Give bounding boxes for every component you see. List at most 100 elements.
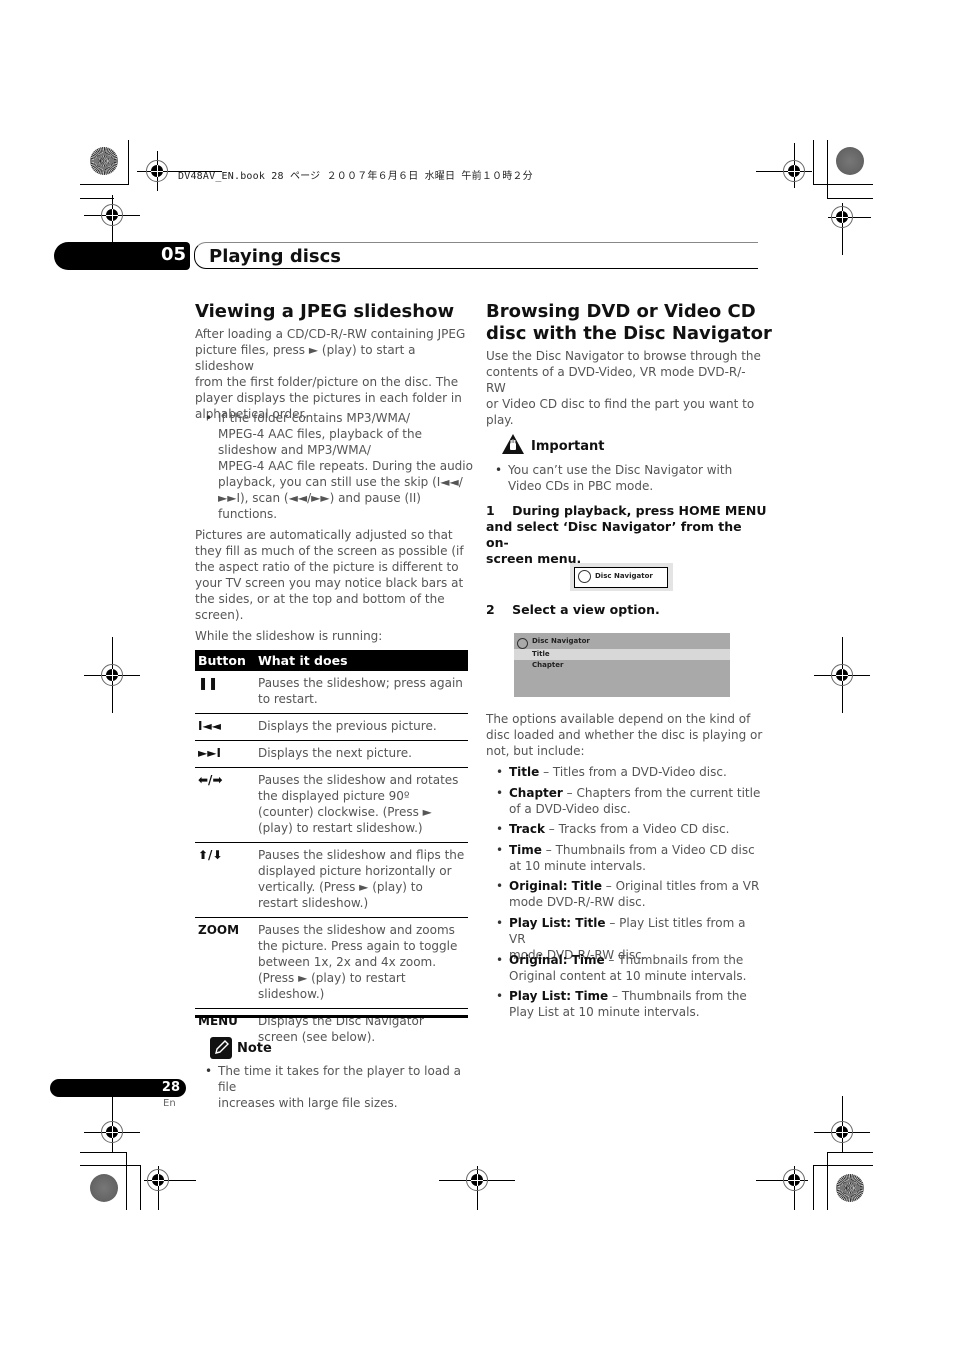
crop-line: [827, 1152, 828, 1210]
pause-key: ❚❚: [198, 676, 219, 690]
registration-star-icon: [836, 1174, 864, 1202]
note-bullet: The time it takes for the player to load…: [205, 1063, 473, 1111]
text-line: functions.: [218, 507, 278, 521]
text-line: The time it takes for the player to load…: [218, 1064, 461, 1094]
text-line: Pictures are automatically adjusted so t…: [195, 528, 453, 542]
text-line: The options available depend on the kind…: [486, 712, 751, 726]
text-line: picture files, press ► (play) to start a…: [195, 343, 416, 373]
text-line: play.: [486, 413, 514, 427]
option-bullet: Chapter – Chapters from the current titl…: [496, 785, 764, 817]
view-option-chapter: Chapter: [514, 660, 730, 671]
table-row: ZOOM Pauses the slideshow and zooms the p…: [195, 917, 468, 1009]
text-line: contents of a DVD-Video, VR mode DVD-R/-…: [486, 365, 746, 395]
text-line: playback, you can still use the skip (I◄…: [218, 475, 463, 489]
slideshow-button-table: Button What it does ❚❚ Pauses the slidesh…: [195, 650, 468, 1051]
slideshow-running-label: While the slideshow is running:: [195, 629, 383, 643]
option-bullet: Title – Titles from a DVD-Video disc.: [496, 764, 764, 780]
row-desc: Pauses the slideshow; press again to res…: [258, 676, 463, 706]
table-row: ⬅/➡ Pauses the slideshow and rotates the …: [195, 767, 468, 843]
crop-line: [126, 1152, 127, 1210]
option-label: Title: [532, 650, 550, 658]
crop-line: [827, 198, 873, 199]
disc-navigator-intro: Use the Disc Navigator to browse through…: [486, 348, 761, 428]
option-bullet: Original: Title – Original titles from a…: [496, 878, 764, 910]
page-language: En: [163, 1098, 176, 1109]
next-key: ►►I: [195, 740, 255, 768]
disc-navigator-menu-item: Disc Navigator: [574, 567, 668, 588]
crop-line: [827, 1152, 873, 1153]
text-line: not, but include:: [486, 744, 585, 758]
left-right-key: ⬅/➡: [195, 767, 255, 843]
crop-line: [80, 1165, 140, 1166]
table-row: I◄◄ Displays the previous picture.: [195, 713, 468, 741]
heading-line: disc with the Disc Navigator: [486, 323, 772, 344]
table-header-row: Button What it does: [195, 650, 468, 671]
text-line: or Video CD disc to find the part you wa…: [486, 397, 755, 411]
disc-icon: [578, 570, 591, 583]
option-label: Chapter: [532, 661, 564, 669]
crop-line: [813, 184, 873, 185]
text-line: and select ‘Disc Navigator’ from the on-: [486, 519, 742, 550]
important-bullet: You can’t use the Disc Navigator with Vi…: [495, 462, 763, 494]
text-line: increases with large file sizes.: [218, 1096, 398, 1110]
jpeg-audio-bullet: If the folder contains MP3/WMA/ MPEG-4 A…: [205, 410, 473, 522]
text-line: If the folder contains MP3/WMA/: [218, 411, 411, 425]
jpeg-aspect-paragraph: Pictures are automatically adjusted so t…: [195, 527, 470, 623]
text-line: Video CDs in PBC mode.: [508, 479, 654, 493]
crop-line: [813, 1165, 873, 1166]
table-header-button: Button: [195, 650, 255, 671]
option-bullet: Track – Tracks from a Video CD disc.: [496, 821, 764, 837]
text-line: MPEG-4 AAC files, playback of the: [218, 427, 422, 441]
step-2: 2 Select a view option.: [486, 602, 660, 617]
registration-star-icon: [90, 147, 118, 175]
crop-line: [813, 140, 814, 185]
note-label: Note: [237, 1041, 272, 1056]
zoom-key: ZOOM: [195, 917, 255, 1009]
disc-navigator-screen: Disc Navigator Title Chapter: [514, 633, 730, 697]
text-line: from the first folder/picture on the dis…: [195, 375, 459, 389]
heading-line: Browsing DVD or Video CD: [486, 301, 756, 322]
option-bullet: Play List: Time – Thumbnails from thePla…: [496, 988, 764, 1020]
row-desc: Displays the previous picture.: [255, 713, 468, 741]
text-line: After loading a CD/CD-R/-RW containing J…: [195, 327, 466, 341]
row-desc: Displays the next picture.: [255, 740, 468, 768]
text-line: the sides, or at the top and bottom of t…: [195, 592, 445, 606]
text-line: disc loaded and whether the disc is play…: [486, 728, 763, 742]
row-desc: Pauses the slideshow and flips the displ…: [255, 842, 468, 918]
text-line: ►►I), scan (◄◄/►►) and pause (II): [218, 491, 421, 505]
crop-line: [80, 1152, 126, 1153]
crop-line: [827, 140, 828, 199]
important-label: Important: [531, 439, 605, 454]
screen-title-row: Disc Navigator: [514, 636, 730, 649]
print-header: DV48AV_EN.book 28 ページ ２００７年６月６日 水曜日 午前１０…: [178, 171, 533, 182]
warning-hand-icon: [501, 433, 524, 455]
menu-item-label: Disc Navigator: [595, 572, 653, 580]
row-desc: Pauses the slideshow and rotates the dis…: [255, 767, 468, 843]
registration-star-icon: [90, 1174, 118, 1202]
table-bottom-rule: [195, 1015, 468, 1018]
section-heading-disc-navigator: Browsing DVD or Video CD disc with the D…: [486, 301, 772, 345]
table-row: ❚❚ Pauses the slideshow; press again to r…: [195, 671, 468, 714]
text-line: slideshow and MP3/WMA/: [218, 443, 371, 457]
text-line: 1 During playback, press HOME MENU: [486, 503, 767, 518]
registration-star-icon: [836, 147, 864, 175]
crop-line: [80, 198, 114, 199]
section-heading-jpeg-slideshow: Viewing a JPEG slideshow: [195, 301, 455, 322]
text-line: screen).: [195, 608, 244, 622]
text-line: player displays the pictures in each fol…: [195, 391, 462, 405]
table-row: ►►I Displays the next picture.: [195, 740, 468, 768]
page-number-tab: 28: [50, 1079, 186, 1097]
row-desc: Pauses the slideshow and zooms the pictu…: [255, 917, 468, 1009]
text-line: Use the Disc Navigator to browse through…: [486, 349, 761, 363]
option-bullet: Original: Time – Thumbnails from theOrig…: [496, 952, 764, 984]
disc-icon: [517, 638, 528, 649]
home-menu-screen: Disc Navigator: [570, 563, 673, 591]
up-down-key: ⬆/⬇: [195, 842, 255, 918]
crop-line: [128, 140, 129, 185]
pencil-icon: [210, 1037, 232, 1059]
chapter-title: Playing discs: [209, 246, 341, 267]
text-line: they fill as much of the screen as possi…: [195, 544, 464, 558]
step-1: 1 During playback, press HOME MENU and s…: [486, 503, 767, 567]
page-number: 28: [161, 1080, 180, 1095]
jpeg-intro: After loading a CD/CD-R/-RW containing J…: [195, 326, 470, 422]
